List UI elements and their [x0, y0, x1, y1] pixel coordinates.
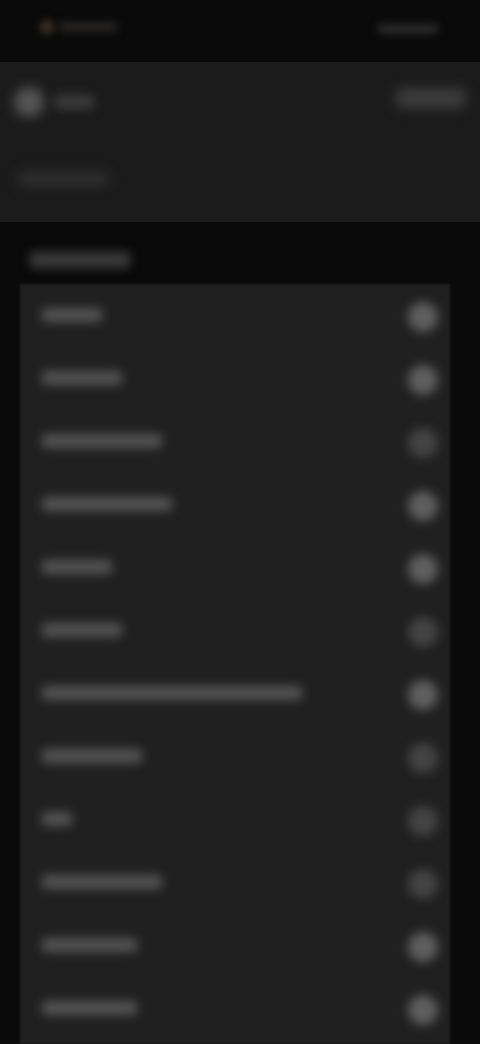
list-item-label: [42, 812, 72, 826]
back-label: [54, 95, 94, 109]
list-item[interactable]: [20, 284, 450, 348]
list-item[interactable]: [20, 536, 450, 600]
app-header: [0, 62, 480, 222]
chevron-icon: [408, 743, 438, 773]
back-icon: [14, 87, 44, 117]
chevron-icon: [408, 302, 438, 332]
list-item-label: [42, 686, 302, 700]
list-item[interactable]: [20, 347, 450, 411]
back-button[interactable]: [14, 80, 104, 124]
chevron-icon: [408, 680, 438, 710]
chevron-icon: [408, 428, 438, 458]
list-item[interactable]: [20, 977, 450, 1041]
section-title: [30, 252, 130, 268]
header-action-button[interactable]: [396, 88, 466, 108]
list-item-label: [42, 560, 112, 574]
chevron-icon: [408, 806, 438, 836]
chevron-icon: [408, 491, 438, 521]
list-item[interactable]: [20, 599, 450, 663]
list-item[interactable]: [20, 788, 450, 852]
list-item-label: [42, 1001, 137, 1015]
status-indicator-icon: [40, 20, 54, 34]
chevron-icon: [408, 932, 438, 962]
list-item[interactable]: [20, 851, 450, 915]
list-item-label: [42, 371, 122, 385]
list-item[interactable]: [20, 914, 450, 978]
list-item-label: [42, 434, 162, 448]
list-item-label: [42, 308, 102, 322]
list-item[interactable]: [20, 725, 450, 789]
list-item[interactable]: [20, 473, 450, 537]
content-area: [0, 222, 480, 1044]
list-item-label: [42, 497, 172, 511]
chevron-icon: [408, 995, 438, 1025]
list-item[interactable]: [20, 410, 450, 474]
settings-list: [20, 284, 450, 1044]
status-indicators: [378, 24, 438, 34]
list-item-label: [42, 749, 142, 763]
list-item-label: [42, 875, 162, 889]
list-item[interactable]: [20, 662, 450, 726]
chevron-icon: [408, 617, 438, 647]
status-time: [58, 22, 118, 32]
chevron-icon: [408, 554, 438, 584]
status-bar: [0, 0, 480, 62]
chevron-icon: [408, 869, 438, 899]
list-item-label: [42, 938, 137, 952]
list-item-label: [42, 623, 122, 637]
chevron-icon: [408, 365, 438, 395]
header-subtitle: [18, 172, 108, 186]
